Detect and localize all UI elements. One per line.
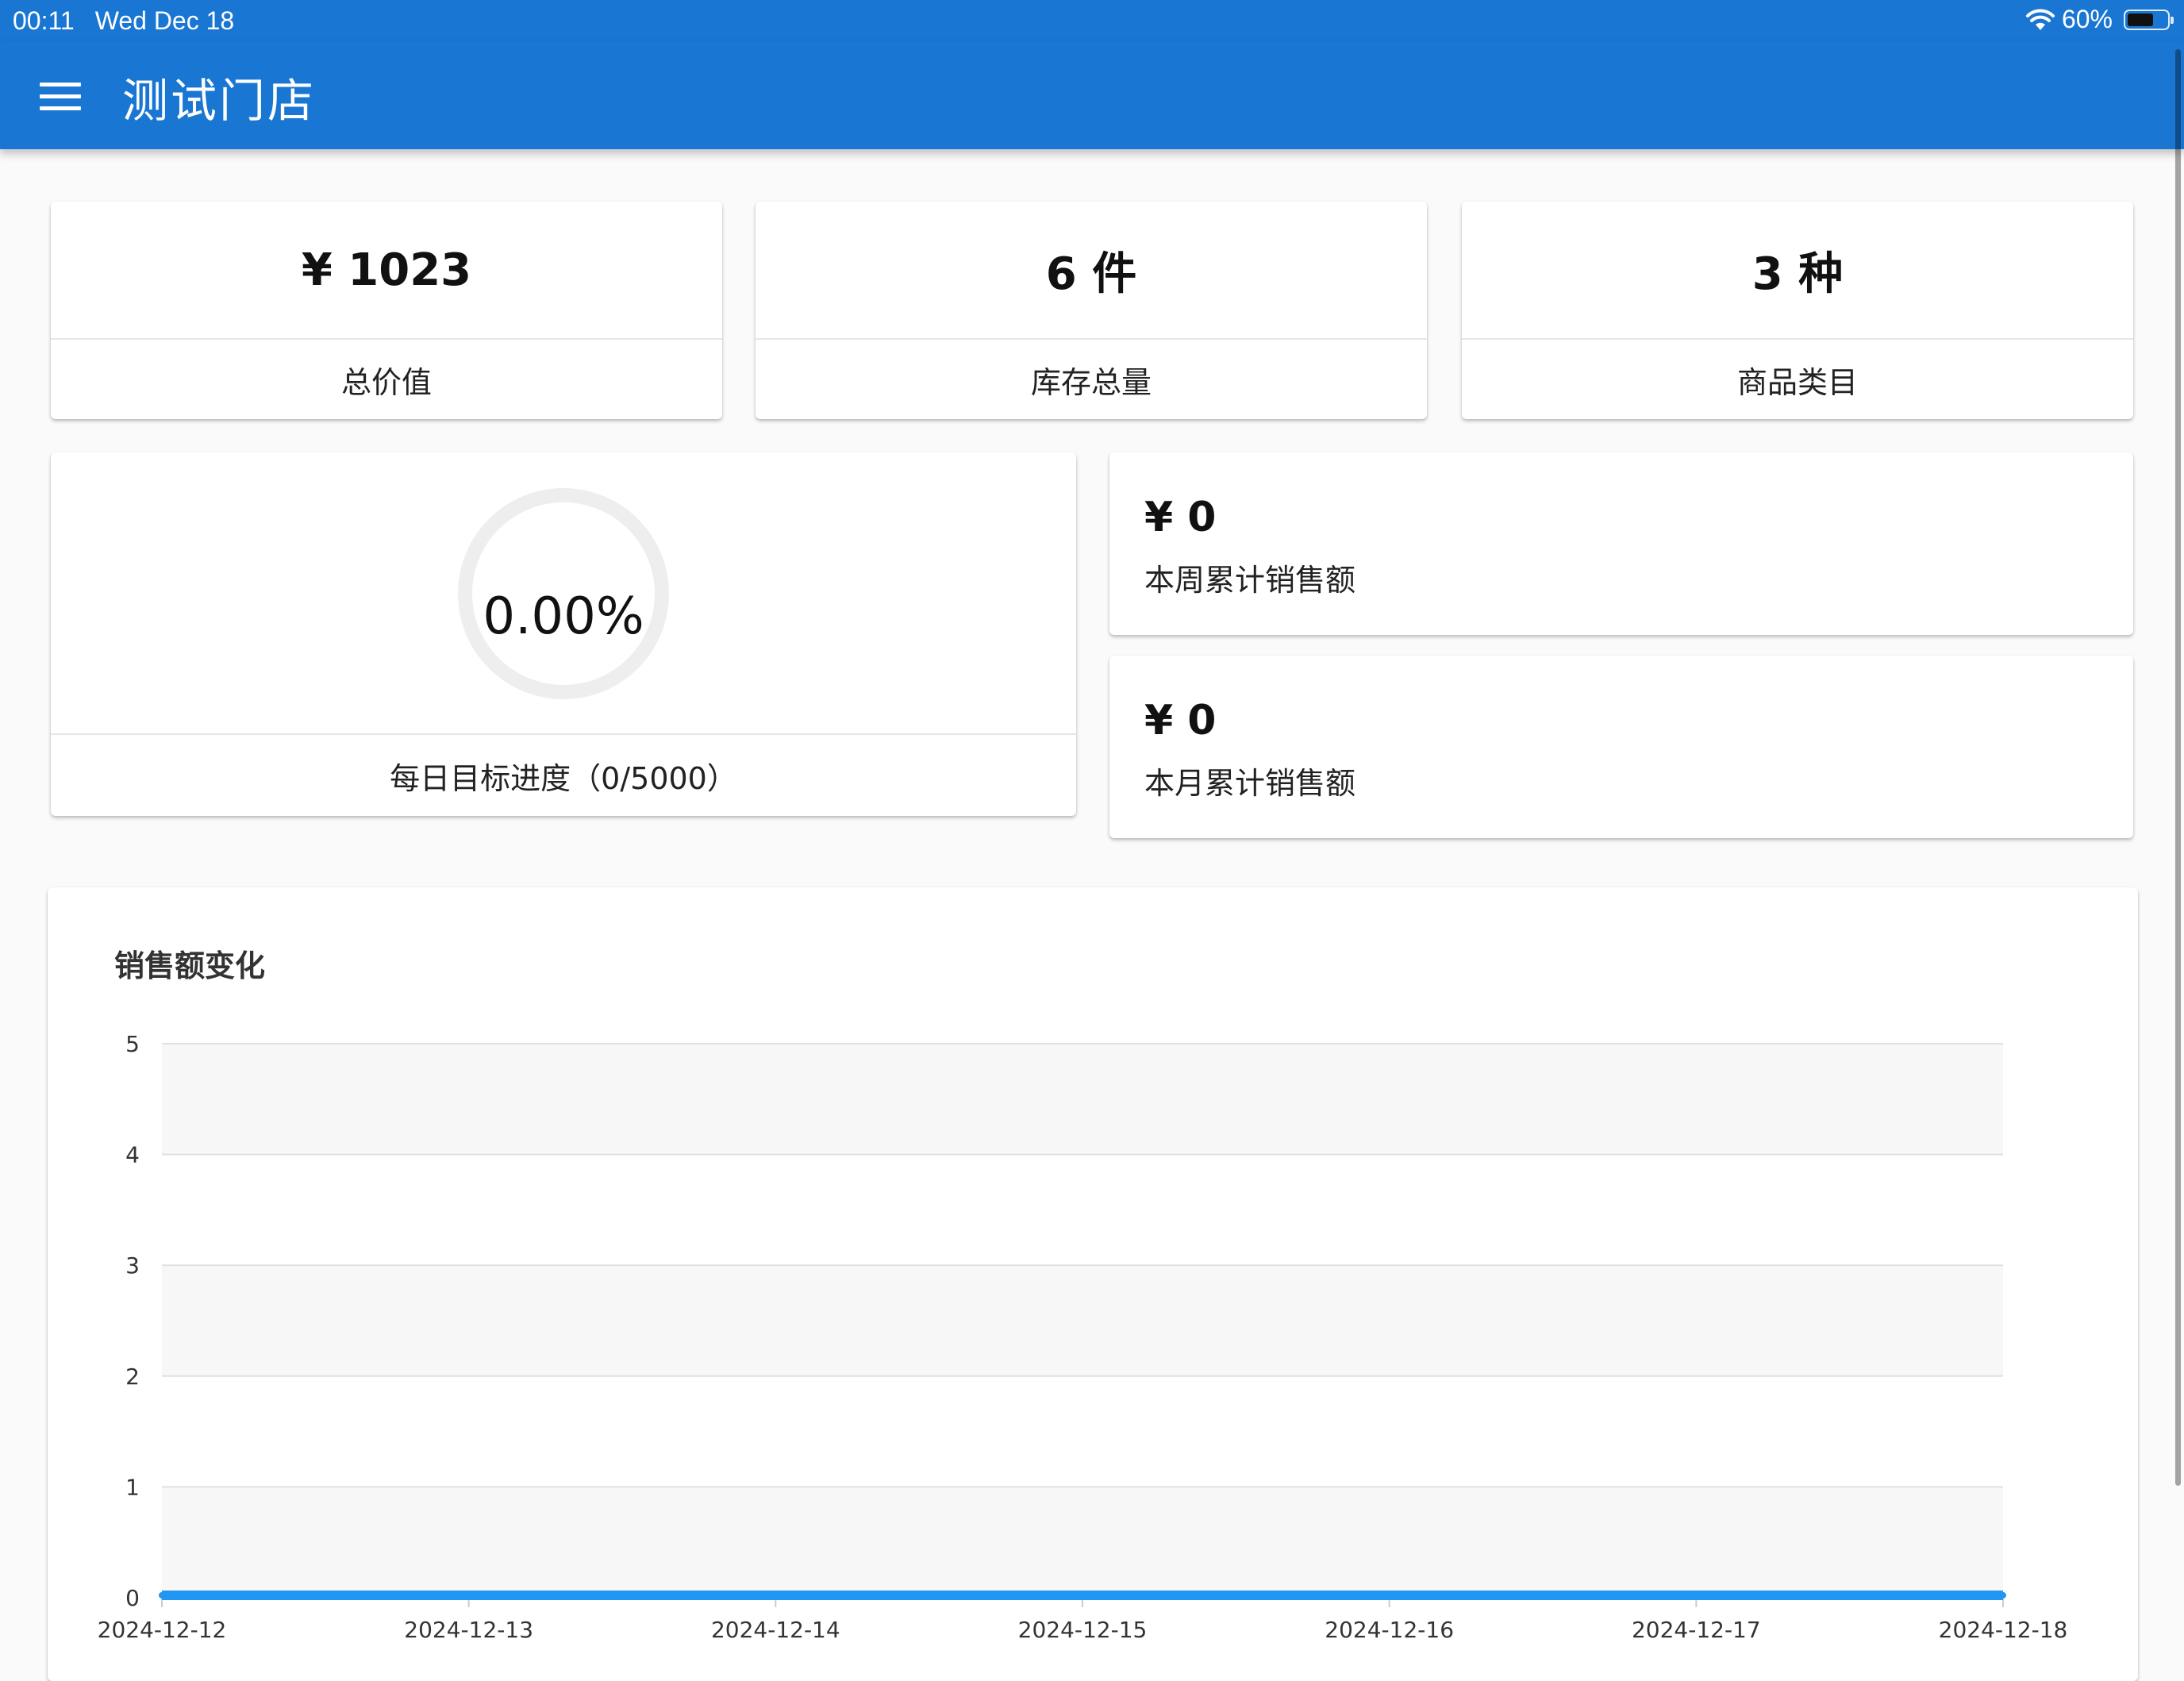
daily-goal-label: 每日目标进度（0/5000） (390, 760, 737, 796)
monthly-sales-card: ¥ 0 本月累计销售额 (1109, 656, 2133, 838)
data-point (2000, 1592, 2006, 1598)
daily-goal-card: 0.00% 每日目标进度（0/5000） (51, 452, 1076, 816)
data-point (772, 1592, 779, 1598)
monthly-sales-label: 本月累计销售额 (1144, 766, 1356, 801)
x-tick-label: 2024-12-14 (711, 1617, 840, 1643)
sales-line-chart: 0 1 2 3 4 5 2024-12-12 2024-12-13 2024-12-14 2024… (98, 1031, 2068, 1643)
status-time: 00:11 (13, 6, 75, 35)
stat-value: 6 件 (1045, 248, 1137, 300)
y-tick-label: 1 (125, 1474, 140, 1500)
data-point (159, 1592, 165, 1598)
scroll-indicator[interactable] (2175, 49, 2181, 1486)
data-point (465, 1592, 472, 1598)
y-tick-label: 2 (125, 1364, 140, 1390)
chart-grid-band (162, 1487, 2003, 1598)
stat-value: ¥ 1023 (301, 244, 472, 296)
weekly-sales-card: ¥ 0 本周累计销售额 (1109, 452, 2133, 635)
stat-card-total-value: ¥ 1023 总价值 (51, 202, 722, 419)
x-tick-label: 2024-12-17 (1632, 1617, 1761, 1643)
x-tick-label: 2024-12-16 (1325, 1617, 1454, 1643)
stat-card-stock-total: 6 件 库存总量 (756, 202, 1427, 419)
stat-label: 总价值 (340, 364, 432, 400)
data-point (1079, 1592, 1086, 1598)
data-point (1386, 1592, 1393, 1598)
daily-goal-percent: 0.00% (483, 587, 644, 646)
data-point (1693, 1592, 1700, 1598)
weekly-sales-label: 本周累计销售额 (1144, 563, 1356, 598)
status-left: 00:11 Wed Dec 18 (13, 6, 234, 36)
y-tick-label: 3 (125, 1252, 140, 1279)
chart-grid-band (162, 1265, 2003, 1376)
stat-label: 商品类目 (1736, 364, 1858, 400)
status-date: Wed Dec 18 (94, 6, 235, 35)
x-tick-label: 2024-12-13 (404, 1617, 533, 1643)
y-tick-label: 5 (125, 1031, 140, 1057)
wifi-icon (2025, 9, 2055, 30)
x-tick-label: 2024-12-15 (1018, 1617, 1148, 1643)
y-tick-label: 4 (125, 1142, 140, 1168)
page-title: 测试门店 (122, 74, 317, 128)
y-tick-label: 0 (125, 1585, 140, 1611)
sales-chart-card: 销售额变化 0 1 2 3 4 5 2024-12-12 2024-12-13 2024-12-… (48, 887, 2138, 1681)
status-right: 60% (2025, 5, 2174, 34)
x-tick-label: 2024-12-12 (98, 1617, 227, 1643)
monthly-sales-amount: ¥ 0 (1144, 697, 1217, 744)
status-bar: 00:11 Wed Dec 18 60% (0, 0, 2184, 41)
stat-card-categories: 3 种 商品类目 (1462, 202, 2133, 419)
chart-grid-band (162, 1044, 2003, 1155)
battery-percent: 60% (2061, 5, 2113, 33)
stat-label: 库存总量 (1030, 364, 1152, 400)
x-tick-label: 2024-12-18 (1939, 1617, 2068, 1643)
stat-value: 3 种 (1751, 248, 1844, 300)
app-bar: 测试门店 (0, 41, 2184, 149)
battery-icon (2124, 9, 2174, 30)
weekly-sales-amount: ¥ 0 (1144, 494, 1217, 541)
menu-icon[interactable] (40, 83, 81, 111)
